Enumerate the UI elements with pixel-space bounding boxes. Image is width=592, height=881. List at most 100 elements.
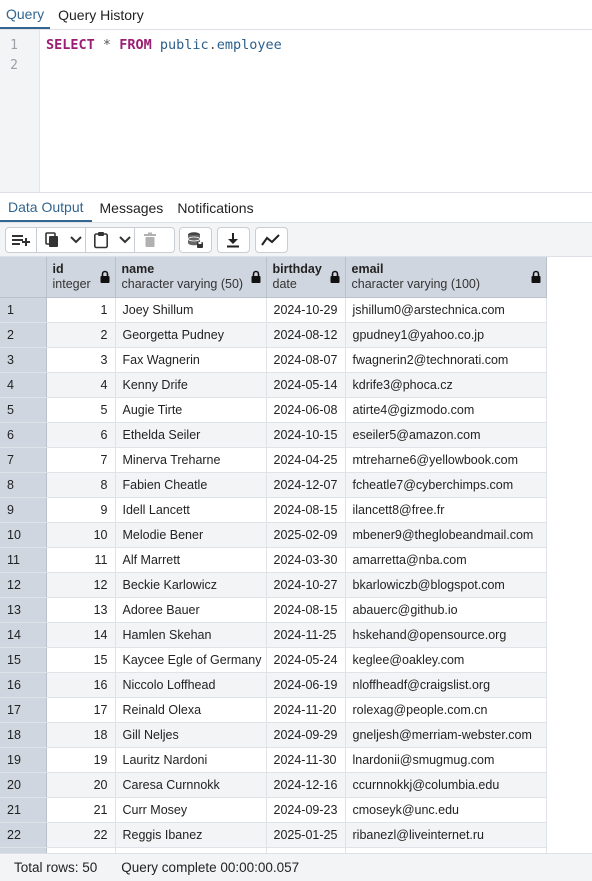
cell-birthday[interactable]: 2024-06-08: [266, 397, 346, 423]
cell-name[interactable]: Lauritz Nardoni: [115, 747, 267, 773]
cell-id[interactable]: 22: [46, 822, 116, 848]
cell-id[interactable]: 14: [46, 622, 116, 648]
cell-email[interactable]: fwagnerin2@technorati.com: [345, 347, 547, 373]
row-number-cell[interactable]: 14: [0, 622, 47, 648]
cell-email[interactable]: abauerc@github.io: [345, 597, 547, 623]
cell-email[interactable]: bkarlowiczb@blogspot.com: [345, 572, 547, 598]
cell-id[interactable]: 13: [46, 597, 116, 623]
table-row[interactable]: 14 14 Hamlen Skehan 2024-11-25 hskehand@open…: [0, 622, 547, 648]
cell-email[interactable]: lnardonii@smugmug.com: [345, 747, 547, 773]
row-number-cell[interactable]: 6: [0, 422, 47, 448]
row-number-cell[interactable]: 16: [0, 672, 47, 698]
table-row[interactable]: 11 11 Alf Marrett 2024-03-30 amarretta@nba.c…: [0, 547, 547, 573]
cell-id[interactable]: 6: [46, 422, 116, 448]
row-number-cell[interactable]: 11: [0, 547, 47, 573]
tab-query[interactable]: Query: [0, 0, 51, 29]
cell-name[interactable]: Caresa Curnnokk: [115, 772, 267, 798]
cell-name[interactable]: Adoree Bauer: [115, 597, 267, 623]
cell-birthday[interactable]: 2024-11-30: [266, 747, 346, 773]
cell-id[interactable]: 16: [46, 672, 116, 698]
cell-birthday[interactable]: 2024-03-30: [266, 547, 346, 573]
cell-birthday[interactable]: 2024-09-29: [266, 722, 346, 748]
row-number-cell[interactable]: 9: [0, 497, 47, 523]
cell-birthday[interactable]: 2024-08-15: [266, 597, 346, 623]
cell-birthday[interactable]: 2024-11-25: [266, 622, 346, 648]
cell-name[interactable]: Beckie Karlowicz: [115, 572, 267, 598]
cell-name[interactable]: Fabien Cheatle: [115, 472, 267, 498]
cell-email[interactable]: ilancett8@free.fr: [345, 497, 547, 523]
table-row[interactable]: 13 13 Adoree Bauer 2024-08-15 abauerc@github…: [0, 597, 547, 623]
cell-name[interactable]: Reggis Ibanez: [115, 822, 267, 848]
sql-code[interactable]: SELECT * FROM public.employee: [46, 37, 282, 53]
table-row[interactable]: 1 1 Joey Shillum 2024-10-29 jshillum0@arstec…: [0, 297, 547, 323]
cell-name[interactable]: Augie Tirte: [115, 397, 267, 423]
row-number-cell[interactable]: 1: [0, 297, 47, 323]
cell-email[interactable]: keglee@oakley.com: [345, 647, 547, 673]
row-number-cell[interactable]: 3: [0, 347, 47, 373]
table-row[interactable]: 3 3 Fax Wagnerin 2024-08-07 fwagnerin2@techn…: [0, 347, 547, 373]
cell-birthday[interactable]: 2024-08-15: [266, 497, 346, 523]
cell-email[interactable]: atirte4@gizmodo.com: [345, 397, 547, 423]
cell-id[interactable]: 5: [46, 397, 116, 423]
delete-button[interactable]: [135, 228, 165, 252]
cell-email[interactable]: hskehand@opensource.org: [345, 622, 547, 648]
add-row-button[interactable]: [6, 228, 36, 252]
table-row[interactable]: 2 2 Georgetta Pudney 2024-08-12 gpudney1@yah…: [0, 322, 547, 348]
cell-name[interactable]: Niccolo Loffhead: [115, 672, 267, 698]
cell-name[interactable]: Joey Shillum: [115, 297, 267, 323]
column-header-name[interactable]: name character varying (50): [115, 257, 267, 298]
cell-email[interactable]: gneljesh@merriam-webster.com: [345, 722, 547, 748]
row-number-cell[interactable]: 18: [0, 722, 47, 748]
row-number-cell[interactable]: 13: [0, 597, 47, 623]
column-header-birthday[interactable]: birthday date: [266, 257, 346, 298]
cell-id[interactable]: 10: [46, 522, 116, 548]
cell-id[interactable]: 21: [46, 797, 116, 823]
cell-email[interactable]: amarretta@nba.com: [345, 547, 547, 573]
cell-birthday[interactable]: 2024-09-23: [266, 797, 346, 823]
download-button[interactable]: [218, 228, 248, 252]
cell-id[interactable]: 9: [46, 497, 116, 523]
cell-email[interactable]: rolexag@people.com.cn: [345, 697, 547, 723]
cell-id[interactable]: 15: [46, 647, 116, 673]
cell-email[interactable]: kdrife3@phoca.cz: [345, 372, 547, 398]
cell-name[interactable]: Alf Marrett: [115, 547, 267, 573]
table-row[interactable]: 4 4 Kenny Drife 2024-05-14 kdrife3@phoca.cz: [0, 372, 547, 398]
cell-name[interactable]: Kaycee Egle of Germany: [115, 647, 267, 673]
cell-id[interactable]: 8: [46, 472, 116, 498]
data-grid[interactable]: id integer name character varying (50) bir…: [0, 257, 592, 853]
cell-birthday[interactable]: 2024-08-12: [266, 322, 346, 348]
cell-email[interactable]: nloffheadf@craigslist.org: [345, 672, 547, 698]
cell-birthday[interactable]: 2024-12-16: [266, 772, 346, 798]
row-number-cell[interactable]: 8: [0, 472, 47, 498]
cell-id[interactable]: 12: [46, 572, 116, 598]
table-row[interactable]: 12 12 Beckie Karlowicz 2024-10-27 bkarlowicz…: [0, 572, 547, 598]
cell-name[interactable]: Ethelda Seiler: [115, 422, 267, 448]
table-row[interactable]: 20 20 Caresa Curnnokk 2024-12-16 ccurnnokkj@…: [0, 772, 547, 798]
cell-id[interactable]: 1: [46, 297, 116, 323]
tab-notifications[interactable]: Notifications: [171, 193, 259, 222]
cell-name[interactable]: Hamlen Skehan: [115, 622, 267, 648]
table-row[interactable]: 8 8 Fabien Cheatle 2024-12-07 fcheatle7@cybe…: [0, 472, 547, 498]
cell-id[interactable]: 4: [46, 372, 116, 398]
tab-query-history[interactable]: Query History: [52, 0, 150, 29]
tab-messages[interactable]: Messages: [94, 193, 170, 222]
cell-name[interactable]: Fax Wagnerin: [115, 347, 267, 373]
table-row[interactable]: 22 22 Reggis Ibanez 2025-01-25 ribanezl@live…: [0, 822, 547, 848]
cell-id[interactable]: 11: [46, 547, 116, 573]
select-all-corner[interactable]: [0, 257, 47, 298]
tab-data-output[interactable]: Data Output: [0, 193, 92, 222]
row-number-cell[interactable]: 4: [0, 372, 47, 398]
sql-editor[interactable]: 1 2 SELECT * FROM public.employee: [0, 30, 592, 193]
cell-name[interactable]: Melodie Bener: [115, 522, 267, 548]
cell-birthday[interactable]: 2024-11-20: [266, 697, 346, 723]
row-number-cell[interactable]: 19: [0, 747, 47, 773]
cell-birthday[interactable]: 2024-08-07: [266, 347, 346, 373]
cell-email[interactable]: gpudney1@yahoo.co.jp: [345, 322, 547, 348]
cell-birthday[interactable]: 2024-10-27: [266, 572, 346, 598]
cell-birthday[interactable]: 2024-04-25: [266, 447, 346, 473]
table-row[interactable]: 21 21 Curr Mosey 2024-09-23 cmoseyk@unc.edu: [0, 797, 547, 823]
cell-id[interactable]: 20: [46, 772, 116, 798]
row-number-cell[interactable]: 2: [0, 322, 47, 348]
table-row[interactable]: 6 6 Ethelda Seiler 2024-10-15 eseiler5@amazo…: [0, 422, 547, 448]
cell-birthday[interactable]: 2025-01-25: [266, 822, 346, 848]
